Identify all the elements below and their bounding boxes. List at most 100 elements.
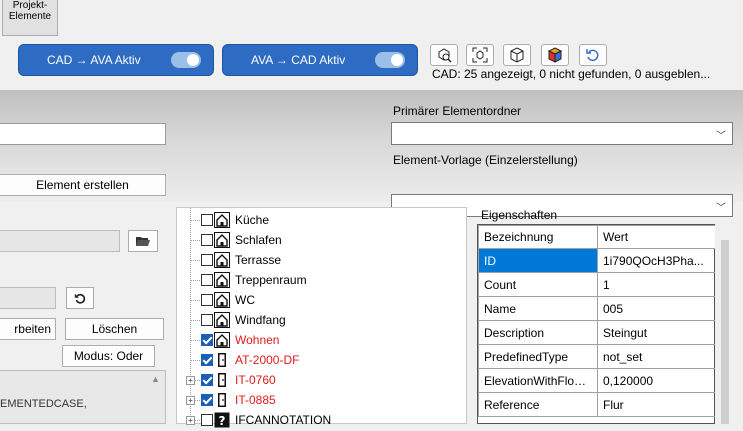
property-row[interactable]: Name 005: [478, 296, 716, 321]
tree-item[interactable]: Windfang: [177, 310, 467, 330]
element-list[interactable]: [0, 370, 166, 424]
properties-grid: Bezeichnung Wert ID 1i790QOcH3Pha... Count…: [477, 224, 716, 424]
tree-item-label: AT-2000-DF: [235, 353, 300, 367]
property-name: Description: [478, 320, 598, 345]
tree-item-checkbox[interactable]: [201, 394, 213, 406]
tree-item[interactable]: WC: [177, 290, 467, 310]
tree-item[interactable]: Wohnen: [177, 330, 467, 350]
cad-to-ava-label: CAD → AVA Aktiv: [47, 53, 141, 67]
tree-item-checkbox[interactable]: [201, 314, 213, 326]
edit-button[interactable]: rbeiten: [0, 318, 56, 340]
property-value[interactable]: 0,120000: [597, 368, 716, 393]
primary-folder-select[interactable]: ﹀: [391, 122, 733, 145]
tree-line: [190, 340, 200, 341]
tree-item[interactable]: +? IFCANNOTATION: [177, 410, 467, 430]
delete-button[interactable]: Löschen: [65, 318, 164, 340]
projekt-elemente-button[interactable]: Projekt- Elemente: [2, 0, 58, 36]
property-value[interactable]: 1: [597, 272, 716, 297]
filter-input[interactable]: [0, 287, 56, 309]
column-header-value[interactable]: Wert: [597, 225, 716, 249]
zoom-fit-icon: [472, 47, 488, 63]
property-name: ElevationWithFloor...: [478, 368, 598, 393]
tree-item-checkbox[interactable]: [201, 214, 213, 226]
tree-line: [190, 280, 200, 281]
properties-scrollbar[interactable]: [715, 224, 743, 424]
tree-item[interactable]: AT-2000-DF: [177, 350, 467, 370]
scroll-up-icon[interactable]: ▲: [151, 374, 160, 384]
property-row[interactable]: ElevationWithFloor... 0,120000: [478, 368, 716, 393]
mode-button[interactable]: Modus: Oder: [62, 345, 155, 367]
element-tree[interactable]: Küche Schlafen Terrasse Treppenraum WC Windfa…: [176, 207, 467, 428]
tree-item-label: Terrasse: [235, 253, 282, 267]
tree-item[interactable]: + IT-0760: [177, 370, 467, 390]
tree-item-label: WC: [235, 293, 255, 307]
property-value[interactable]: Flur: [597, 392, 716, 417]
tree-item-label: Küche: [235, 213, 270, 227]
expand-icon[interactable]: +: [186, 376, 195, 385]
tree-item[interactable]: + IT-0885: [177, 390, 467, 410]
property-row[interactable]: Count 1: [478, 272, 716, 297]
tree-item[interactable]: Schlafen: [177, 230, 467, 250]
tree-line: [190, 320, 200, 321]
tree-item-checkbox[interactable]: [201, 354, 213, 366]
tree-item-checkbox[interactable]: [201, 294, 213, 306]
tree-item[interactable]: Küche: [177, 210, 467, 230]
property-row[interactable]: ID 1i790QOcH3Pha...: [478, 248, 716, 273]
tree-item-label: IT-0760: [235, 373, 276, 387]
primary-folder-label: Primärer Elementordner: [393, 104, 522, 118]
tree-item-checkbox[interactable]: [201, 414, 213, 426]
property-value[interactable]: 005: [597, 296, 716, 321]
property-value[interactable]: not_set: [597, 344, 716, 369]
tree-item[interactable]: Terrasse: [177, 250, 467, 270]
ava-to-cad-toggle-button[interactable]: AVA → CAD Aktiv: [222, 44, 418, 76]
property-row[interactable]: PredefinedType not_set: [478, 344, 716, 369]
zoom-selection-icon: [438, 48, 452, 63]
tree-item-checkbox[interactable]: [201, 254, 213, 266]
refresh-icon: [586, 49, 599, 62]
path-input[interactable]: [0, 230, 120, 252]
element-name-input[interactable]: [0, 123, 166, 145]
expand-icon[interactable]: +: [186, 396, 195, 405]
reset-button[interactable]: [66, 287, 94, 309]
cad-to-ava-toggle-button[interactable]: CAD → AVA Aktiv: [18, 44, 214, 76]
property-value[interactable]: Steingut: [597, 320, 716, 345]
colored-cube-icon: [547, 47, 563, 63]
property-value[interactable]: 1i790QOcH3Pha...: [597, 248, 716, 273]
door-icon: [214, 372, 230, 388]
house-icon: [214, 212, 230, 228]
property-name: Reference: [478, 392, 598, 417]
toggle-switch-icon: [375, 52, 405, 68]
properties-title: Eigenschaften: [481, 208, 558, 222]
property-row[interactable]: Description Steingut: [478, 320, 716, 345]
zoom-fit-button[interactable]: [466, 44, 494, 66]
browse-folder-button[interactable]: [128, 230, 158, 252]
folder-icon: [136, 237, 150, 246]
property-row[interactable]: Reference Flur: [478, 392, 716, 417]
tree-item-label: IFCANNOTATION: [235, 413, 332, 427]
list-item: EMENTEDCASE,: [0, 398, 87, 410]
house-icon: [214, 332, 230, 348]
house-icon: [214, 252, 230, 268]
tree-item-checkbox[interactable]: [201, 234, 213, 246]
property-name: Count: [478, 272, 598, 297]
scrollbar-thumb[interactable]: [721, 240, 729, 424]
cube-button[interactable]: [503, 44, 531, 66]
tree-item-checkbox[interactable]: [201, 274, 213, 286]
chevron-down-icon: ﹀: [716, 203, 726, 214]
house-icon: [214, 292, 230, 308]
tree-item-checkbox[interactable]: [201, 374, 213, 386]
tree-item-label: Schlafen: [235, 233, 282, 247]
chevron-down-icon: ﹀: [716, 131, 726, 142]
property-name: Name: [478, 296, 598, 321]
tree-item-checkbox[interactable]: [201, 334, 213, 346]
colored-cube-button[interactable]: [541, 44, 569, 66]
zoom-selection-button[interactable]: [430, 44, 458, 66]
column-header-name[interactable]: Bezeichnung: [478, 225, 598, 249]
create-element-button[interactable]: Element erstellen: [0, 174, 166, 196]
ava-to-cad-label: AVA → CAD Aktiv: [251, 53, 346, 67]
tree-line: [190, 260, 200, 261]
refresh-button[interactable]: [579, 44, 607, 66]
house-icon: [214, 232, 230, 248]
tree-item[interactable]: Treppenraum: [177, 270, 467, 290]
tree-item-label: IT-0885: [235, 393, 276, 407]
